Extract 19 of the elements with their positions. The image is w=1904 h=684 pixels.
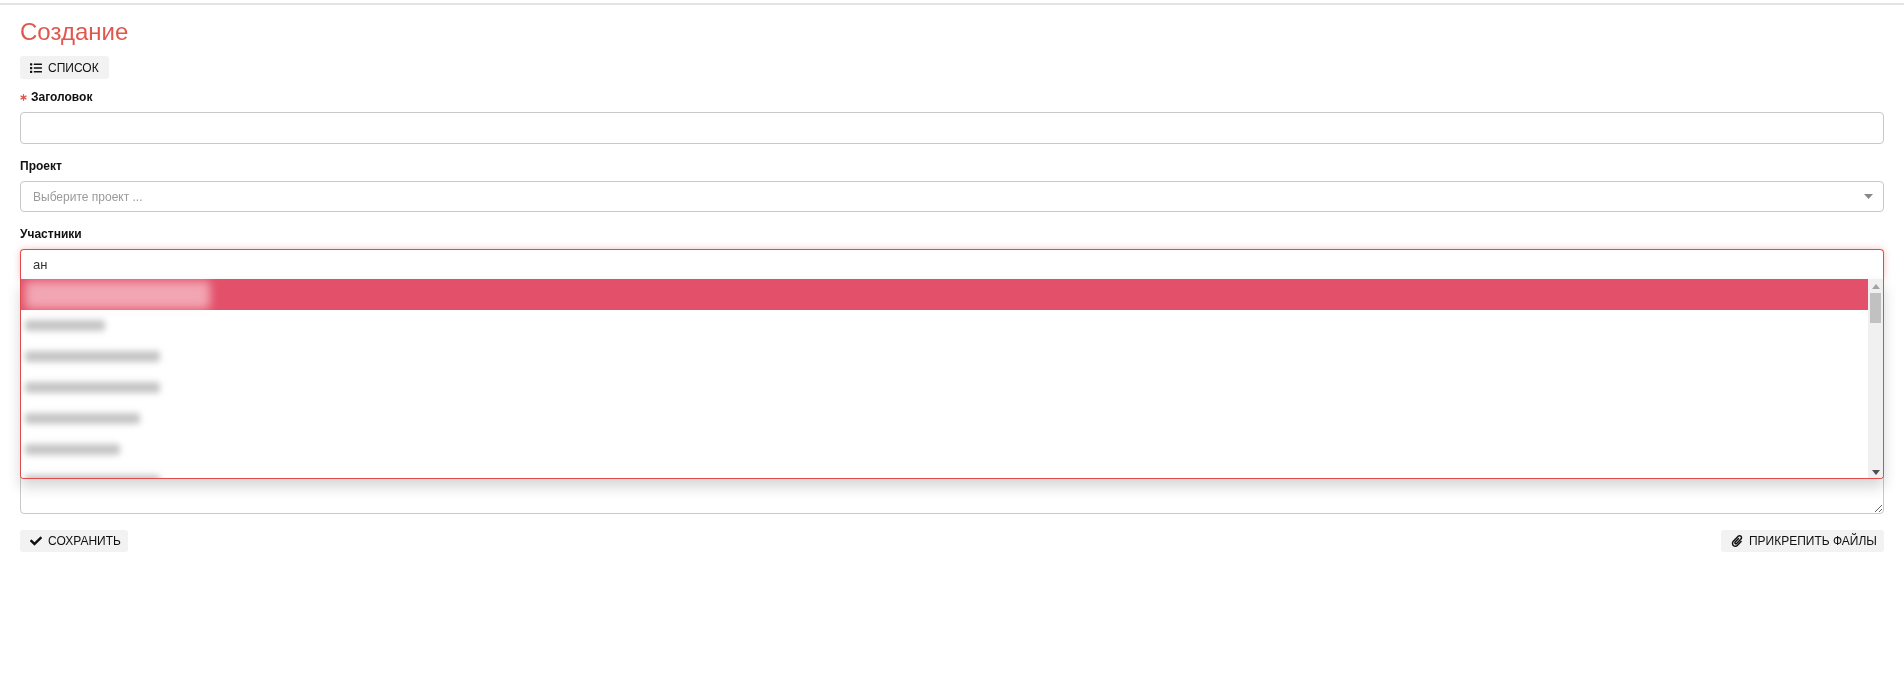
scroll-down-icon[interactable] — [1871, 470, 1880, 475]
field-label: Проект — [20, 159, 62, 174]
field-label: Участники — [20, 227, 82, 242]
required-asterisk-icon — [20, 94, 27, 101]
scroll-up-icon[interactable] — [1871, 284, 1880, 289]
field-label: Заголовок — [20, 90, 93, 105]
list-icon — [30, 61, 42, 74]
save-button[interactable]: СОХРАНИТЬ — [20, 530, 128, 552]
participants-search-field[interactable]: ан — [20, 249, 1884, 279]
check-icon — [30, 535, 42, 547]
list-button[interactable]: СПИСОК — [20, 56, 109, 79]
paperclip-icon — [1730, 535, 1743, 547]
dropdown-option[interactable] — [21, 279, 1868, 310]
attach-files-button[interactable]: ПРИКРЕПИТЬ ФАЙЛЫ — [1720, 530, 1884, 552]
scrollbar-track[interactable] — [1868, 279, 1883, 478]
text-field[interactable] — [20, 112, 1884, 144]
scrollbar-thumb[interactable] — [1870, 293, 1881, 323]
caret-icon — [1864, 194, 1873, 199]
page-title: Создание — [20, 17, 129, 47]
